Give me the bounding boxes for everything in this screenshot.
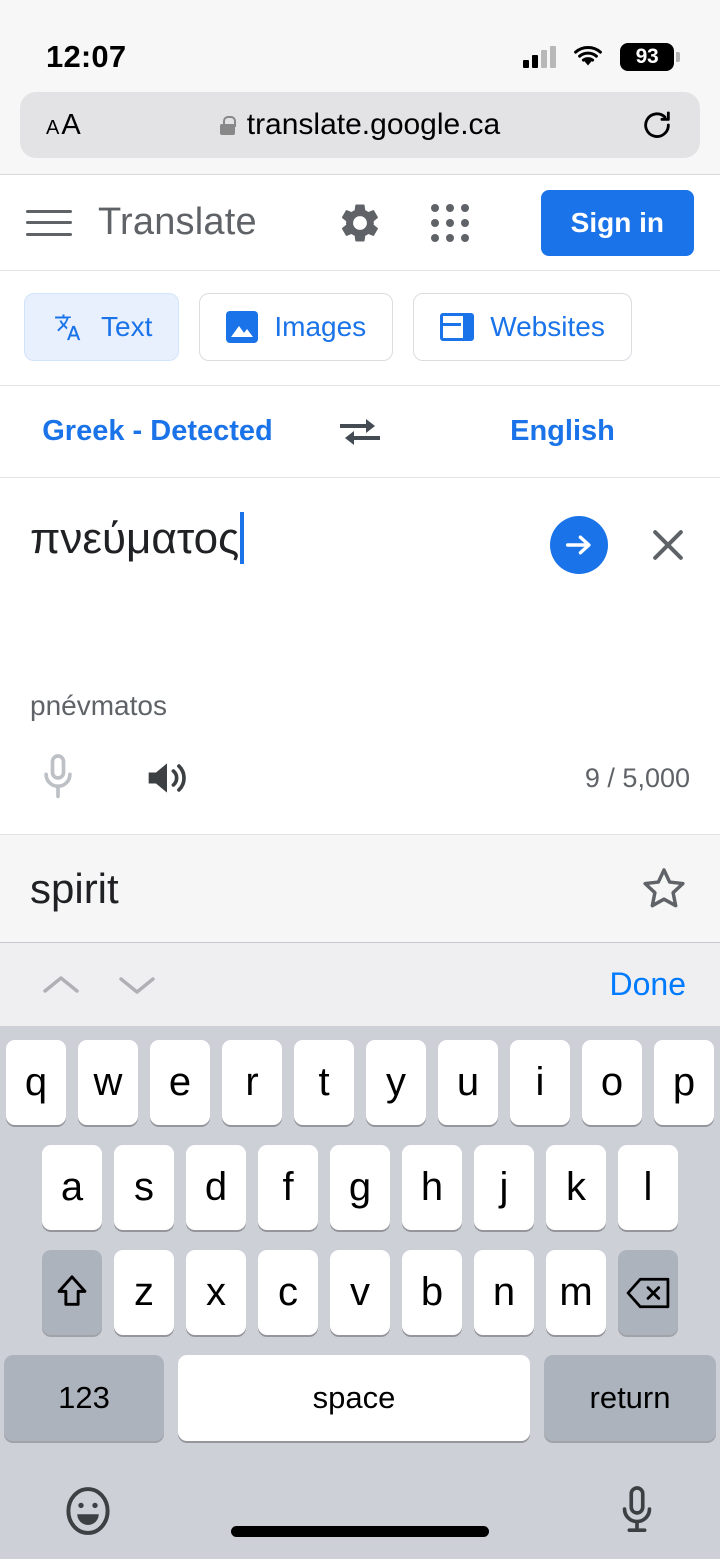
key-f[interactable]: f [258, 1145, 318, 1230]
source-language-selector[interactable]: Greek - Detected [0, 415, 315, 448]
clear-input-close-icon[interactable] [646, 523, 690, 567]
key-g[interactable]: g [330, 1145, 390, 1230]
reload-icon[interactable] [640, 108, 674, 142]
swap-languages-icon[interactable] [315, 415, 405, 449]
microphone-icon[interactable] [36, 752, 80, 804]
sign-in-button[interactable]: Sign in [540, 189, 694, 256]
key-n[interactable]: n [474, 1250, 534, 1335]
shift-icon[interactable] [42, 1250, 102, 1335]
key-s[interactable]: s [114, 1145, 174, 1230]
key-u[interactable]: u [438, 1040, 498, 1125]
keyboard-row-2: a s d f g h j k l [0, 1145, 720, 1230]
key-c[interactable]: c [258, 1250, 318, 1335]
text-size-button[interactable]: A A [46, 109, 81, 142]
tab-websites[interactable]: Websites [413, 293, 632, 361]
language-bar: Greek - Detected English [0, 386, 720, 478]
translation-result: spirit [30, 864, 119, 912]
text-size-large-a: A [61, 108, 81, 141]
space-key[interactable]: space [178, 1355, 530, 1441]
key-t[interactable]: t [294, 1040, 354, 1125]
keyboard-bottom-row [0, 1461, 720, 1559]
image-icon [226, 311, 259, 343]
star-outline-icon[interactable] [638, 863, 690, 915]
key-a[interactable]: a [42, 1145, 102, 1230]
app-header: Translate Sign in [0, 175, 720, 271]
battery-indicator: 93 [620, 43, 680, 71]
numbers-key[interactable]: 123 [4, 1355, 164, 1441]
status-indicators: 93 [523, 43, 680, 71]
source-actions [550, 512, 690, 574]
phone-screen: 12:07 93 A A translate.google.ca Transla… [0, 0, 720, 1559]
text-cursor [240, 512, 245, 564]
home-indicator [231, 1526, 489, 1537]
status-bar: 12:07 93 [0, 0, 720, 92]
result-panel: spirit [0, 834, 720, 942]
gear-icon[interactable] [337, 200, 383, 246]
tab-text-label: Text [101, 311, 153, 342]
tab-websites-label: Websites [490, 311, 605, 342]
key-j[interactable]: j [474, 1145, 534, 1230]
speaker-icon[interactable] [142, 756, 192, 800]
address-bar[interactable]: A A translate.google.ca [20, 92, 700, 158]
emoji-icon[interactable] [60, 1483, 116, 1539]
browser-toolbar: A A translate.google.ca [0, 92, 720, 175]
keyboard-row-3: z x c v b n m [0, 1250, 720, 1335]
key-p[interactable]: p [654, 1040, 714, 1125]
key-r[interactable]: r [222, 1040, 282, 1125]
key-q[interactable]: q [6, 1040, 66, 1125]
keyboard-done-button[interactable]: Done [610, 966, 687, 1003]
key-i[interactable]: i [510, 1040, 570, 1125]
translate-submit-button[interactable] [550, 516, 608, 574]
url-text: translate.google.ca [246, 108, 501, 141]
on-screen-keyboard: q w e r t y u i o p a s d f g h j k l z … [0, 1026, 720, 1559]
return-key[interactable]: return [544, 1355, 716, 1441]
lock-icon [219, 115, 236, 135]
key-e[interactable]: e [150, 1040, 210, 1125]
key-x[interactable]: x [186, 1250, 246, 1335]
source-panel: πνεύματος pnévmatos 9 / 5,000 [0, 478, 720, 834]
target-language-selector[interactable]: English [405, 415, 720, 448]
source-input-row: πνεύματος [30, 512, 690, 574]
source-text-value: πνεύματος [30, 514, 240, 563]
key-d[interactable]: d [186, 1145, 246, 1230]
tab-images[interactable]: Images [199, 293, 394, 361]
chevron-down-icon[interactable] [110, 958, 164, 1012]
status-time: 12:07 [46, 39, 127, 74]
website-icon [440, 313, 475, 341]
keyboard-row-4: 123 space return [0, 1355, 720, 1441]
character-counter: 9 / 5,000 [584, 762, 690, 793]
text-size-small-a: A [46, 116, 60, 139]
key-h[interactable]: h [402, 1145, 462, 1230]
battery-level: 93 [635, 45, 659, 68]
transliteration-text: pnévmatos [30, 690, 167, 721]
translate-text-icon [55, 314, 81, 341]
key-b[interactable]: b [402, 1250, 462, 1335]
key-y[interactable]: y [366, 1040, 426, 1125]
source-footer: 9 / 5,000 [30, 752, 690, 834]
tab-images-label: Images [274, 311, 367, 342]
key-o[interactable]: o [582, 1040, 642, 1125]
hamburger-menu-icon[interactable] [26, 206, 72, 240]
keyboard-accessory-bar: Done [0, 942, 720, 1026]
chevron-up-icon[interactable] [34, 958, 88, 1012]
cellular-signal-icon [523, 46, 556, 68]
key-w[interactable]: w [78, 1040, 138, 1125]
address-bar-content: translate.google.ca [20, 108, 700, 142]
key-m[interactable]: m [546, 1250, 606, 1335]
keyboard-row-1: q w e r t y u i o p [0, 1040, 720, 1125]
wifi-icon [574, 46, 602, 66]
tab-text[interactable]: Text [24, 293, 180, 361]
mode-tabs: Text Images Websites [0, 271, 720, 386]
dictation-microphone-icon[interactable] [614, 1483, 660, 1539]
page-title: Translate [98, 201, 257, 243]
apps-grid-icon[interactable] [430, 203, 469, 242]
key-k[interactable]: k [546, 1145, 606, 1230]
source-text-input[interactable]: πνεύματος [30, 512, 245, 566]
key-z[interactable]: z [114, 1250, 174, 1335]
key-l[interactable]: l [618, 1145, 678, 1230]
arrow-forward-icon [565, 535, 591, 555]
backspace-icon[interactable] [618, 1250, 678, 1335]
key-v[interactable]: v [330, 1250, 390, 1335]
